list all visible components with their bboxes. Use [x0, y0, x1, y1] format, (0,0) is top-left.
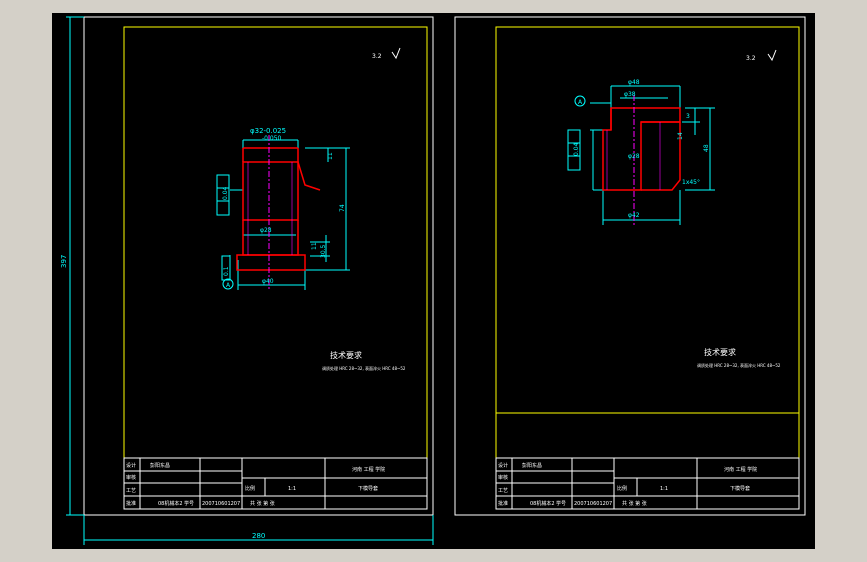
- cad-drawing-viewport: 397 280 3.2 A φ32-0.025 -0.050 φ28 φ40 7…: [52, 13, 815, 549]
- left-dim-step: 30.5: [320, 244, 327, 258]
- left-tb-row4-value: 08机械本2: [158, 500, 183, 507]
- right-tech-title: 技术要求: [704, 347, 736, 357]
- right-tb-school: 河南 工程 学院: [724, 466, 757, 473]
- left-tb-school: 河南 工程 学院: [352, 466, 385, 473]
- left-tb-scale-value: 1:1: [288, 486, 296, 492]
- left-tb-row2-label: 审核: [126, 474, 136, 481]
- right-dim-step-b: 14: [677, 132, 684, 140]
- right-tb-row4-value: 08机械本2: [530, 500, 555, 507]
- right-tb-row1-label: 设计: [498, 462, 508, 469]
- left-tb-row3-label: 工艺: [126, 488, 136, 494]
- left-tb-scale-label: 比例: [245, 485, 255, 492]
- right-tol-value: 0.04: [573, 142, 580, 156]
- left-tb-student-label: 学号: [184, 500, 194, 507]
- right-tb-row3-label: 工艺: [498, 488, 508, 494]
- left-dim-width-label: 280: [252, 532, 265, 540]
- right-tb-row4-label: 批准: [498, 500, 508, 507]
- right-tb-scale-label: 比例: [617, 485, 627, 492]
- right-tb-student-value: 200710601207: [574, 501, 612, 507]
- left-roughness-mark: 3.2: [372, 53, 382, 60]
- right-dim-bottom-dia: φ42: [628, 212, 640, 219]
- left-dim-right-height: 74: [339, 204, 346, 212]
- left-tech-title: 技术要求: [330, 350, 362, 360]
- left-dim-right-top: 11: [327, 152, 334, 160]
- left-tb-material: 共 张 第 张: [250, 500, 275, 507]
- right-dim-height: 48: [703, 144, 710, 152]
- right-dim-top-outer: φ48: [628, 79, 640, 86]
- right-tech-note: 调质处理 HRC 28~32, 表面淬火 HRC 48~52: [697, 362, 781, 368]
- left-tech-note: 调质处理 HRC 28~32, 表面淬火 HRC 48~52: [322, 365, 406, 371]
- right-dim-chamfer: 1x45°: [682, 179, 700, 186]
- right-dim-top-inner: φ38: [624, 91, 636, 98]
- left-dim-top-dia2: -0.050: [262, 135, 282, 142]
- left-tol-left: 0.1: [223, 266, 230, 276]
- right-tb-scale-value: 1:1: [660, 486, 668, 492]
- left-tb-row1-label: 设计: [126, 462, 136, 469]
- left-tb-dwg-name: 下模导套: [358, 485, 378, 492]
- left-tb-student-value: 200710601207: [202, 501, 240, 507]
- left-dim-top-dia: φ32-0.025: [250, 127, 286, 135]
- right-tb-sheet: 共 张 第 张: [622, 500, 647, 507]
- right-tb-row2-label: 审核: [498, 474, 508, 481]
- left-dim-inner-dia: φ28: [260, 227, 272, 234]
- right-dim-inner-dia: φ28: [628, 153, 640, 160]
- left-tb-row1-value: 彭阳东昌: [150, 462, 170, 469]
- right-tb-student-label: 学号: [556, 500, 566, 507]
- left-dim-bottom-dia: φ40: [262, 278, 274, 285]
- left-dim-height-label: 397: [60, 255, 68, 268]
- right-dim-step-a: 3: [686, 113, 690, 120]
- left-tb-row4-label: 批准: [126, 500, 136, 507]
- left-tol-value: 0.04: [222, 186, 229, 200]
- right-roughness-mark: 3.2: [746, 55, 756, 62]
- right-tb-row1-value: 彭阳东昌: [522, 462, 542, 469]
- right-tb-dwg-name: 下模导套: [730, 485, 750, 492]
- left-dim-right-bottom: 11: [311, 242, 318, 250]
